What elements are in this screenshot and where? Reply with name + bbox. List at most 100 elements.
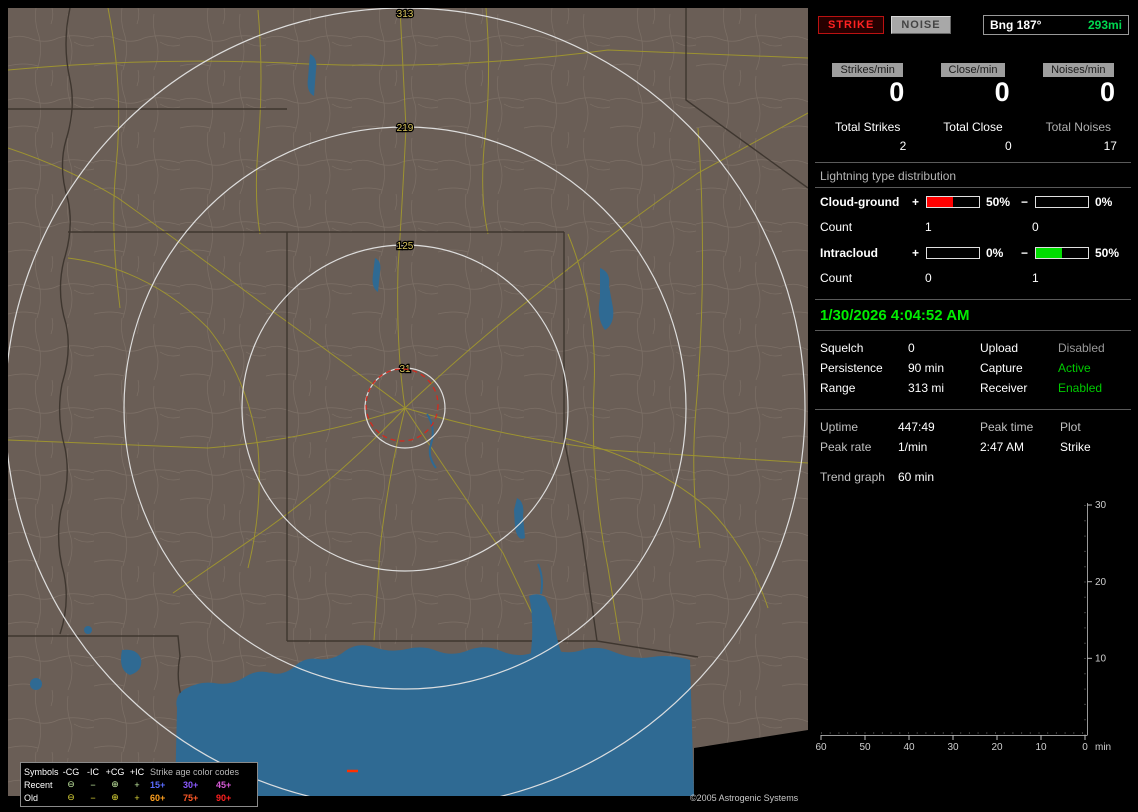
squelch-label: Squelch: [820, 341, 864, 355]
ic-positive-count: 0: [925, 271, 932, 285]
range-value: 313 mi: [908, 381, 945, 395]
peak-time-label: Peak time: [980, 420, 1034, 434]
plus-sign: +: [912, 245, 920, 260]
intracloud-count-row: Count 0 1: [815, 266, 1131, 290]
app-window: 313 219 125 31 Symbols -CG -IC +CG +IC S…: [0, 0, 1138, 812]
ic-negative-bar: [1035, 246, 1089, 259]
trend-y-tick: 10: [1095, 654, 1107, 665]
rate-counters: Strikes/min 0 Close/min 0 Noises/min 0: [815, 62, 1131, 107]
plot-value: Strike: [1060, 440, 1091, 454]
side-panel: STRIKE NOISE Bng 187° 293mi Strikes/min …: [815, 8, 1131, 804]
legend-recent-label: Recent: [24, 779, 53, 790]
cg-negative-pct: 0%: [1095, 194, 1113, 209]
cg-pos-old-icon: ⊕: [111, 792, 119, 802]
cg-pos-recent-icon: ⊕: [111, 779, 119, 789]
range-label: 219: [397, 123, 414, 134]
legend-col-cg-neg: -CG: [62, 766, 80, 777]
strike-button[interactable]: STRIKE: [818, 16, 885, 34]
age-code: 30+: [183, 779, 199, 790]
trend-y-tick: 20: [1095, 577, 1107, 588]
copyright-text: ©2005 Astrogenic Systems: [690, 793, 799, 803]
noise-button[interactable]: NOISE: [891, 16, 951, 34]
cg-positive-count: 1: [925, 220, 932, 234]
trend-x-tick: 10: [1035, 742, 1047, 753]
legend-col-cg-pos: +CG: [105, 766, 125, 777]
ic-neg-old-icon: −: [90, 792, 96, 803]
trend-y-tick: 30: [1095, 500, 1107, 511]
status-table: Squelch 0 Upload Disabled Persistence 90…: [815, 331, 1131, 400]
intracloud-label: Intracloud: [820, 245, 879, 260]
trend-x-tick: 20: [991, 742, 1003, 753]
cg-neg-recent-icon: ⊖: [67, 779, 75, 789]
trend-x-tick: 50: [859, 742, 871, 753]
squelch-value: 0: [908, 341, 915, 355]
trend-x-tick: 60: [815, 742, 827, 753]
legend-old-label: Old: [24, 792, 39, 803]
cg-negative-bar: [1035, 195, 1089, 208]
trend-graph-label: Trend graph: [820, 470, 885, 484]
receiver-value: Enabled: [1058, 381, 1103, 395]
total-close-value: 0: [1004, 139, 1012, 153]
uptime-value: 447:49: [898, 420, 935, 434]
strikes-per-min-value: 0: [889, 77, 905, 107]
minus-sign: −: [1021, 245, 1029, 260]
cloud-ground-count-row: Count 1 0: [815, 215, 1131, 239]
count-label: Count: [820, 271, 853, 285]
close-per-min-value: 0: [994, 77, 1010, 107]
cloud-ground-label: Cloud-ground: [820, 194, 900, 209]
map-svg: 313 219 125 31: [8, 8, 808, 796]
total-strikes-value: 2: [899, 139, 907, 153]
total-noises-label: Total Noises: [1045, 120, 1111, 134]
trend-x-unit: min: [1095, 742, 1111, 753]
trend-header: Trend graph 60 min: [820, 467, 1131, 487]
close-per-min-label: Close/min: [940, 63, 1006, 77]
age-code: 45+: [216, 779, 232, 790]
stats-table: Uptime 447:49 Peak time Plot Peak rate 1…: [815, 410, 1131, 459]
receiver-label: Receiver: [980, 381, 1028, 395]
map-view[interactable]: 313 219 125 31: [8, 8, 808, 796]
ic-neg-recent-icon: −: [90, 779, 96, 790]
uptime-label: Uptime: [820, 420, 859, 434]
total-close-label: Total Close: [943, 120, 1003, 134]
cg-neg-old-icon: ⊖: [67, 792, 75, 802]
strikes-per-min-label: Strikes/min: [832, 63, 903, 77]
legend-col-ic-pos: +IC: [129, 766, 145, 777]
age-code: 15+: [150, 779, 166, 790]
age-code: 90+: [216, 792, 232, 803]
noises-per-min-value: 0: [1099, 77, 1115, 107]
capture-label: Capture: [980, 361, 1023, 375]
range-label: 313: [397, 9, 414, 20]
range-label: Range: [820, 381, 856, 395]
peak-time-value: 2:47 AM: [980, 440, 1025, 454]
intracloud-row: Intracloud + 0% − 50%: [815, 239, 1131, 266]
capture-value: Active: [1058, 361, 1091, 375]
upload-label: Upload: [980, 341, 1019, 355]
ic-pos-recent-icon: +: [134, 779, 140, 790]
age-code: 75+: [183, 792, 199, 803]
legend-col-ic-neg: -IC: [87, 766, 99, 777]
range-label: 125: [397, 241, 414, 252]
noises-per-min-label: Noises/min: [1043, 63, 1114, 77]
cloud-ground-row: Cloud-ground + 50% − 0%: [815, 188, 1131, 215]
plot-label: Plot: [1060, 420, 1081, 434]
trend-x-tick: 0: [1082, 742, 1088, 753]
legend-symbols-header: Symbols: [24, 766, 59, 777]
bearing-range: 293mi: [1087, 18, 1122, 32]
trend-x-tick: 30: [947, 742, 959, 753]
persistence-label: Persistence: [820, 361, 883, 375]
ic-negative-count: 1: [1032, 271, 1039, 285]
total-strikes-label: Total Strikes: [834, 120, 901, 134]
datetime-display: 1/30/2026 4:04:52 AM: [820, 307, 970, 324]
total-noises-value: 17: [1103, 139, 1117, 153]
plus-sign: +: [912, 194, 920, 209]
peak-rate-label: Peak rate: [820, 440, 872, 454]
age-code: 60+: [150, 792, 166, 803]
indicator-bar: STRIKE NOISE Bng 187° 293mi: [818, 15, 1129, 35]
cg-positive-pct: 50%: [986, 194, 1011, 209]
legend-age-header: Strike age color codes: [150, 766, 240, 777]
distribution-title: Lightning type distribution: [820, 169, 957, 183]
peak-rate-value: 1/min: [898, 440, 928, 454]
map-legend: Symbols -CG -IC +CG +IC Strike age color…: [20, 762, 258, 807]
persistence-value: 90 min: [908, 361, 945, 375]
lake: [30, 678, 42, 690]
